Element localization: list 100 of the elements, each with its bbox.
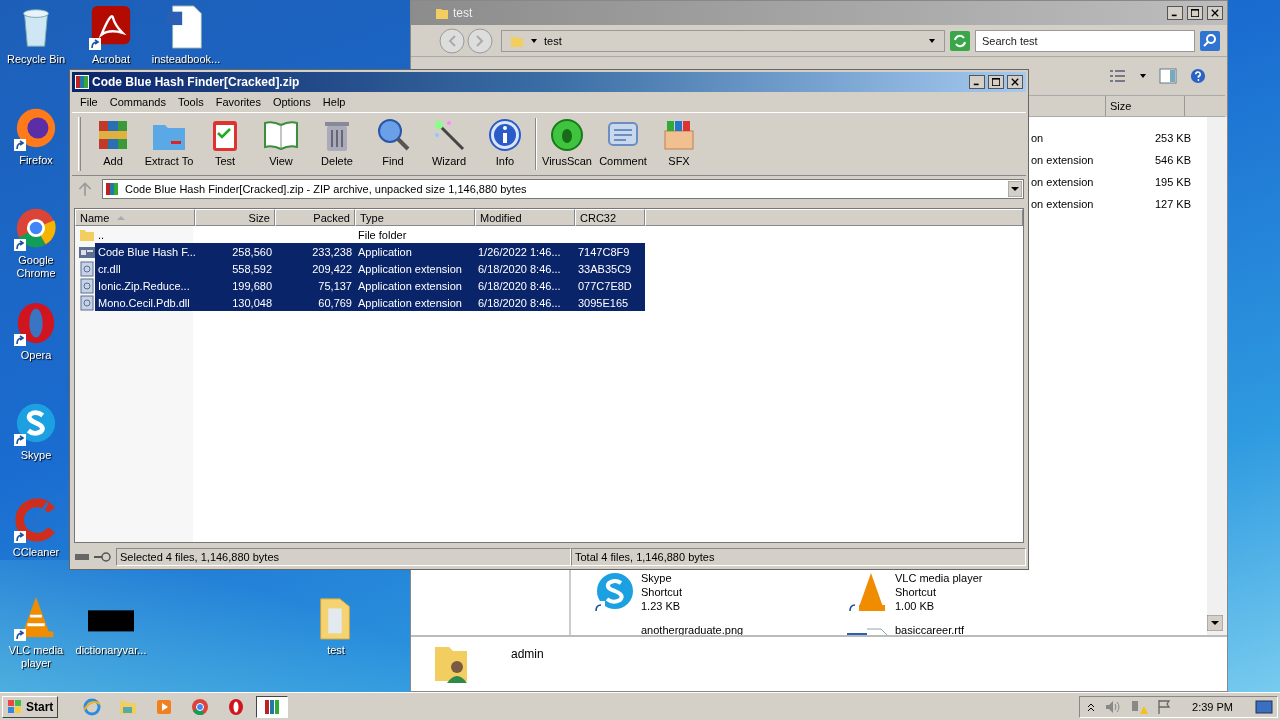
close-icon: [1211, 9, 1219, 17]
browser-icon: [83, 697, 102, 716]
dll-file-icon: [79, 294, 95, 311]
file-label: Skype: [641, 571, 673, 585]
address-bar[interactable]: test: [501, 29, 945, 52]
icon-label: Acrobat: [92, 53, 130, 66]
file-type: on extension: [1031, 154, 1095, 166]
icon-label: test: [327, 644, 345, 657]
close-button[interactable]: [1007, 75, 1023, 89]
menu-item[interactable]: Favorites: [209, 96, 267, 108]
file-row[interactable]: Code Blue Hash F... 258,560 233,238 Application 1/26/2022 1:46... 7147C8F9: [95, 243, 645, 260]
menu-item[interactable]: Commands: [103, 96, 172, 108]
minimize-button[interactable]: [969, 75, 985, 89]
file-label: basiccareer.rtf: [895, 623, 965, 635]
column-header[interactable]: Type: [355, 209, 475, 226]
address-bar[interactable]: Code Blue Hash Finder[Cracked].zip - ZIP archive, unpacked size 1,146,880 bytes: [102, 179, 1024, 199]
toolbar-button[interactable]: Extract To: [141, 115, 197, 173]
archive-icon: [105, 182, 119, 196]
toolbar-button[interactable]: Delete: [309, 115, 365, 173]
icon-label: dictionaryvar...: [75, 644, 147, 657]
dropdown-icon: [928, 36, 936, 45]
file-row[interactable]: Mono.Cecil.Pdb.dll 130,048 60,769 Application extension 6/18/2020 8:46... 3095E165: [95, 294, 645, 311]
file-row[interactable]: .. File folder: [95, 226, 645, 243]
column-header[interactable]: Modified: [475, 209, 575, 226]
scroll-down-button[interactable]: [1207, 615, 1223, 631]
window-title: test: [453, 6, 473, 20]
file-label: VLC media player: [895, 571, 983, 585]
refresh-button[interactable]: [950, 30, 970, 51]
file-size: 127 KB: [1153, 198, 1191, 210]
taskbar-app-button[interactable]: [256, 695, 289, 718]
preview-pane-icon[interactable]: [1159, 68, 1177, 84]
start-logo-icon: [7, 698, 23, 715]
toolbar-button[interactable]: SFX: [651, 115, 707, 173]
toolbar-button[interactable]: Test: [197, 115, 253, 173]
browser-icon: [191, 697, 210, 716]
column-header[interactable]: Size: [1105, 96, 1185, 116]
column-header[interactable]: CRC32: [575, 209, 645, 226]
show-hidden-icons-icon[interactable]: [1086, 701, 1097, 712]
icon-label: Opera: [20, 349, 52, 362]
menu-item[interactable]: File: [74, 96, 104, 108]
column-header[interactable]: Packed: [275, 209, 355, 226]
toolbar-button[interactable]: VirusScan: [539, 115, 595, 173]
status-text: Selected 4 files, 1,146,880 bytes: [116, 548, 571, 566]
menu-item[interactable]: Options: [266, 96, 317, 108]
browser-icon: [227, 697, 246, 716]
start-button[interactable]: Start: [2, 695, 59, 718]
column-header[interactable]: Name: [75, 209, 195, 226]
minimize-button[interactable]: [1167, 6, 1183, 20]
drive-key-icon: [74, 551, 114, 563]
file-type: on extension: [1031, 176, 1095, 188]
file-row[interactable]: cr.dll 558,592 209,422 Application extension 6/18/2020 8:46... 33AB35C9: [95, 260, 645, 277]
folder-icon: [435, 6, 449, 20]
sort-arrow-icon: [117, 214, 126, 221]
column-header[interactable]: Size: [195, 209, 275, 226]
media-player-icon: [155, 697, 174, 716]
info-icon: [487, 117, 523, 153]
icon-label: insteadbook...: [151, 53, 221, 66]
file-type: on extension: [1031, 198, 1095, 210]
maximize-icon: [992, 78, 1000, 86]
view-options-icon[interactable]: [1109, 68, 1127, 84]
status-text: Total 4 files, 1,146,880 bytes: [571, 548, 1026, 566]
menu-item[interactable]: Help: [316, 96, 352, 108]
menu-item[interactable]: Tools: [172, 96, 210, 108]
close-icon: [1011, 78, 1019, 86]
file-size: 253 KB: [1153, 132, 1191, 144]
search-field[interactable]: Search test: [975, 29, 1195, 52]
maximize-icon: [1191, 9, 1199, 17]
show-desktop-icon[interactable]: [1255, 698, 1273, 715]
file-size: 195 KB: [1153, 176, 1191, 188]
caret-icon: [530, 36, 538, 45]
magnifier-icon: [375, 117, 411, 153]
caret-icon[interactable]: [1139, 72, 1147, 80]
toolbar-button[interactable]: Comment: [595, 115, 651, 173]
help-icon[interactable]: [1189, 68, 1207, 84]
icon-label: Firefox: [19, 154, 53, 167]
toolbar-button[interactable]: Find: [365, 115, 421, 173]
icon-label: Google Chrome: [15, 254, 57, 280]
file-label: Shortcut: [895, 585, 937, 599]
toolbar-button[interactable]: Info: [477, 115, 533, 173]
icon-label: CCleaner: [12, 546, 60, 559]
dll-file-icon: [79, 277, 95, 294]
file-label: 1.00 KB: [895, 599, 936, 613]
toolbar-button[interactable]: View: [253, 115, 309, 173]
archive-icon: [263, 697, 282, 716]
icon-label: VLC media player: [7, 644, 65, 670]
maximize-button[interactable]: [1187, 6, 1203, 20]
toolbar-button[interactable]: Wizard: [421, 115, 477, 173]
file-row[interactable]: Ionic.Zip.Reduce... 199,680 75,137 Application extension 6/18/2020 8:46... 077C7E8D: [95, 277, 645, 294]
close-button[interactable]: [1207, 6, 1223, 20]
maximize-button[interactable]: [988, 75, 1004, 89]
folder-name: admin: [511, 647, 544, 661]
dropdown-button[interactable]: [1008, 181, 1022, 197]
file-label: 1.23 KB: [641, 599, 682, 613]
search-icon[interactable]: [1200, 30, 1220, 51]
icon-label: Skype: [20, 449, 52, 462]
toolbar-button[interactable]: Add: [85, 115, 141, 173]
flag-icon[interactable]: [1156, 698, 1173, 715]
clock[interactable]: 2:39 PM: [1192, 700, 1233, 713]
bug-icon: [549, 117, 585, 153]
file-size: 546 KB: [1153, 154, 1191, 166]
